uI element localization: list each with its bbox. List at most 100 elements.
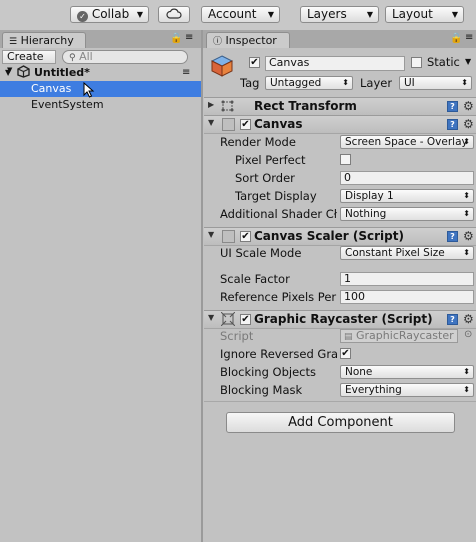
tab-hierarchy[interactable]: ☰ Hierarchy [2, 32, 86, 48]
updown-arrow-icon: ⬍ [463, 367, 470, 376]
graphic-raycaster-title: Graphic Raycaster (Script) [254, 312, 433, 326]
gear-icon[interactable]: ⚙ [463, 313, 474, 325]
hierarchy-item-label: EventSystem [31, 98, 104, 111]
chevron-down-icon: ▼ [136, 10, 143, 19]
collab-label: Collab [91, 7, 130, 21]
render-mode-value: Screen Space - Overlay [345, 136, 468, 148]
search-placeholder: All [79, 50, 93, 63]
static-checkbox[interactable] [411, 57, 422, 68]
help-book-icon[interactable]: ? [447, 231, 458, 242]
rect-transform-icon [220, 99, 235, 116]
collab-button[interactable]: ✓ Collab ▼ [70, 6, 149, 23]
search-icon: ⚲ [69, 53, 76, 63]
additional-shader-label: Additional Shader Cł [220, 207, 337, 221]
layout-dropdown[interactable]: Layout ▼ [385, 6, 464, 23]
hierarchy-item-canvas[interactable]: Canvas [0, 81, 201, 98]
panel-menu-icon[interactable]: ≡ [185, 32, 193, 43]
cloud-icon [166, 8, 182, 19]
cloud-button[interactable] [158, 6, 190, 23]
pixel-perfect-checkbox[interactable] [340, 154, 351, 165]
lock-icon[interactable]: 🔒 [170, 33, 182, 44]
create-label: Create [7, 50, 44, 63]
object-picker-icon[interactable]: ⊙ [464, 329, 472, 340]
help-book-icon[interactable]: ? [447, 314, 458, 325]
chevron-down-icon[interactable]: ▼ [465, 57, 471, 66]
layer-value: UI [404, 77, 415, 89]
reference-pixels-input[interactable]: 100 [340, 290, 474, 304]
collab-check-icon: ✓ [77, 11, 88, 22]
canvas-scaler-title: Canvas Scaler (Script) [254, 229, 404, 243]
graphic-raycaster-header[interactable]: ▼ ✔ Graphic Raycaster (Script) ? ⚙ [204, 310, 476, 329]
render-mode-label: Render Mode [220, 135, 296, 149]
ui-scale-mode-value: Constant Pixel Size [345, 247, 445, 259]
canvas-scaler-header[interactable]: ▼ ✔ Canvas Scaler (Script) ? ⚙ [204, 227, 476, 246]
active-checkbox[interactable]: ✔ [249, 57, 260, 68]
ignore-reversed-label: Ignore Reversed Gra [220, 347, 337, 361]
add-component-button[interactable]: Add Component [226, 412, 455, 433]
canvas-scaler-enabled-checkbox[interactable]: ✔ [240, 231, 251, 242]
canvas-component-icon [222, 118, 235, 131]
tag-label: Tag [240, 76, 260, 90]
gameobject-cube-icon [210, 54, 234, 81]
target-display-value: Display 1 [345, 190, 394, 202]
fold-arrow-icon[interactable]: ▼ [5, 65, 11, 81]
fold-arrow-icon[interactable]: ▼ [208, 118, 214, 127]
blocking-objects-dropdown[interactable]: None ⬍ [340, 365, 474, 379]
graphic-raycaster-enabled-checkbox[interactable]: ✔ [240, 314, 251, 325]
ignore-reversed-checkbox[interactable]: ✔ [340, 348, 351, 359]
hierarchy-search-input[interactable]: ⚲ All [62, 50, 188, 64]
additional-shader-dropdown[interactable]: Nothing ⬍ [340, 207, 474, 221]
canvas-component-header[interactable]: ▼ ✔ Canvas ? ⚙ [204, 115, 476, 134]
fold-arrow-icon[interactable]: ▼ [208, 230, 214, 239]
gear-icon[interactable]: ⚙ [463, 230, 474, 242]
scale-factor-label: Scale Factor [220, 272, 290, 286]
scene-menu-icon[interactable]: ≡ [182, 65, 190, 81]
render-mode-dropdown[interactable]: Screen Space - Overlay ⬍ [340, 135, 474, 149]
canvas-enabled-checkbox[interactable]: ✔ [240, 119, 251, 130]
help-book-icon[interactable]: ? [447, 119, 458, 130]
inspector-tabstrip: ⓘ Inspector 🔒 ≡ [203, 30, 476, 48]
create-dropdown[interactable]: Create ▼ [2, 50, 56, 74]
gear-icon[interactable]: ⚙ [463, 100, 474, 112]
rect-transform-title: Rect Transform [254, 99, 357, 113]
blocking-mask-value: Everything [345, 384, 402, 396]
fold-arrow-icon[interactable]: ▶ [208, 100, 214, 109]
updown-arrow-icon: ⬍ [461, 78, 468, 87]
tab-inspector[interactable]: ⓘ Inspector [206, 32, 290, 48]
updown-arrow-icon: ⬍ [463, 191, 470, 200]
hierarchy-tab-label: Hierarchy [20, 34, 74, 47]
inspector-tab-label: Inspector [225, 34, 277, 47]
sort-order-label: Sort Order [235, 171, 295, 185]
hierarchy-list-icon: ☰ [9, 37, 18, 47]
fold-arrow-icon[interactable]: ▼ [208, 313, 214, 322]
tag-value: Untagged [270, 77, 322, 89]
chevron-down-icon: ▼ [366, 10, 373, 19]
script-field[interactable]: ▤ GraphicRaycaster [340, 329, 458, 343]
account-dropdown[interactable]: Account ▼ [201, 6, 280, 23]
chevron-down-icon: ▼ [267, 10, 274, 19]
tag-dropdown[interactable]: Untagged ⬍ [265, 76, 353, 90]
component-divider [204, 401, 476, 402]
updown-arrow-icon: ⬍ [463, 209, 470, 218]
sort-order-input[interactable]: 0 [340, 171, 474, 185]
scale-factor-input[interactable]: 1 [340, 272, 474, 286]
layout-label: Layout [392, 7, 433, 21]
script-value: GraphicRaycaster [356, 329, 454, 342]
hierarchy-item-label: Canvas [31, 82, 72, 95]
unity-scene-icon [17, 65, 30, 81]
target-display-dropdown[interactable]: Display 1 ⬍ [340, 189, 474, 203]
help-book-icon[interactable]: ? [447, 101, 458, 112]
ui-scale-mode-dropdown[interactable]: Constant Pixel Size ⬍ [340, 246, 474, 260]
gear-icon[interactable]: ⚙ [463, 118, 474, 130]
hierarchy-item-eventsystem[interactable]: EventSystem [0, 97, 201, 113]
layers-dropdown[interactable]: Layers ▼ [300, 6, 379, 23]
scene-row[interactable]: ▼ Untitled* ≡ [0, 65, 201, 81]
rect-transform-header[interactable]: ▶ Rect Transform ? ⚙ [204, 97, 476, 116]
script-file-icon: ▤ [344, 332, 353, 342]
panel-menu-icon[interactable]: ≡ [465, 32, 473, 43]
object-name-input[interactable]: Canvas [265, 56, 405, 71]
lock-icon[interactable]: 🔒 [450, 33, 462, 44]
layer-dropdown[interactable]: UI ⬍ [399, 76, 472, 90]
blocking-mask-dropdown[interactable]: Everything ⬍ [340, 383, 474, 397]
target-display-label: Target Display [235, 189, 317, 203]
